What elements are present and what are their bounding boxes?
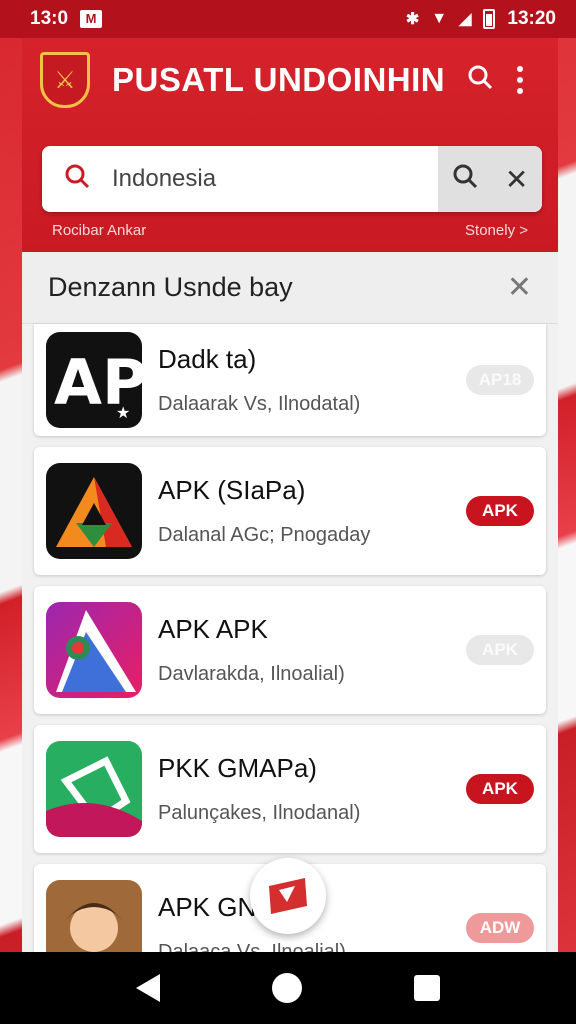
list-item[interactable]: AP ★ Dadk ta) Dalaarak Vs, Ilnodatal) AP1…: [34, 324, 546, 436]
app-description: Davlarakda, Ilnoalial): [158, 663, 345, 685]
app-logo-icon: ⚔: [40, 52, 90, 108]
app-description: Dalaarak Vs, Ilnodatal): [158, 393, 361, 415]
results-title: Denzann Usnde bay: [48, 272, 293, 302]
status-time-right: 13:20: [507, 8, 556, 29]
clear-search-icon[interactable]: ✕: [505, 163, 528, 196]
back-icon[interactable]: [136, 974, 160, 1002]
search-icon[interactable]: [460, 64, 500, 97]
notification-icon: M: [80, 10, 103, 28]
search-icon: [42, 162, 112, 197]
bluetooth-icon: ✱: [405, 11, 420, 28]
app-thumbnail: AP ★: [46, 332, 142, 428]
list-item[interactable]: APK APK Davlarakda, Ilnoalial) APK: [34, 586, 546, 714]
app-title: PUSATL UNDOINHIN: [112, 61, 446, 98]
results-header: Denzann Usnde bay ✕: [22, 252, 558, 324]
status-time-left: 13:0: [30, 8, 69, 29]
search-sub-label: Rocibar Ankar: [52, 222, 147, 239]
search-bar: ✕: [42, 146, 542, 212]
see-more-link[interactable]: Stonely >: [465, 222, 528, 239]
apk-badge[interactable]: APK: [466, 496, 534, 526]
apk-badge[interactable]: APK: [466, 635, 534, 665]
apk-badge[interactable]: ADW: [466, 913, 534, 943]
kebab-menu-icon[interactable]: [500, 66, 540, 94]
search-submit-icon[interactable]: [452, 163, 478, 196]
apk-badge[interactable]: AP18: [466, 365, 534, 395]
search-actions: ✕: [438, 146, 542, 212]
home-icon[interactable]: [272, 973, 302, 1003]
recent-apps-icon[interactable]: [414, 975, 440, 1001]
app-bar: ⚔ PUSATL UNDOINHIN ✕ Rocibar Ankar Stone…: [22, 38, 558, 252]
download-icon: [269, 878, 307, 914]
battery-icon: [483, 9, 496, 29]
wifi-icon: ▼: [431, 10, 448, 27]
apk-badge[interactable]: APK: [466, 774, 534, 804]
app-thumbnail: [46, 880, 142, 952]
status-bar: 13:0 M ✱ ▼ ◢ 13:20: [0, 0, 576, 38]
app-thumbnail: [46, 741, 142, 837]
search-input[interactable]: [112, 165, 438, 193]
app-description: Palunçakes, Ilnodanal): [158, 802, 361, 824]
signal-icon: ◢: [459, 11, 472, 28]
close-icon[interactable]: ✕: [507, 270, 532, 305]
app-thumbnail: [46, 463, 142, 559]
app-description: Dalanal AGc; Pnogaday: [158, 524, 371, 546]
fab-button[interactable]: [250, 858, 326, 934]
app-window: ⚔ PUSATL UNDOINHIN ✕ Rocibar Ankar Stone…: [22, 38, 558, 952]
list-item[interactable]: APK (SIaPa) Dalanal AGc; Pnogaday APK: [34, 447, 546, 575]
app-thumbnail: [46, 602, 142, 698]
system-nav-bar: [0, 952, 576, 1024]
svg-text:★: ★: [116, 405, 130, 422]
list-item[interactable]: PKK GMAPa) Palunçakes, Ilnodanal) APK: [34, 725, 546, 853]
